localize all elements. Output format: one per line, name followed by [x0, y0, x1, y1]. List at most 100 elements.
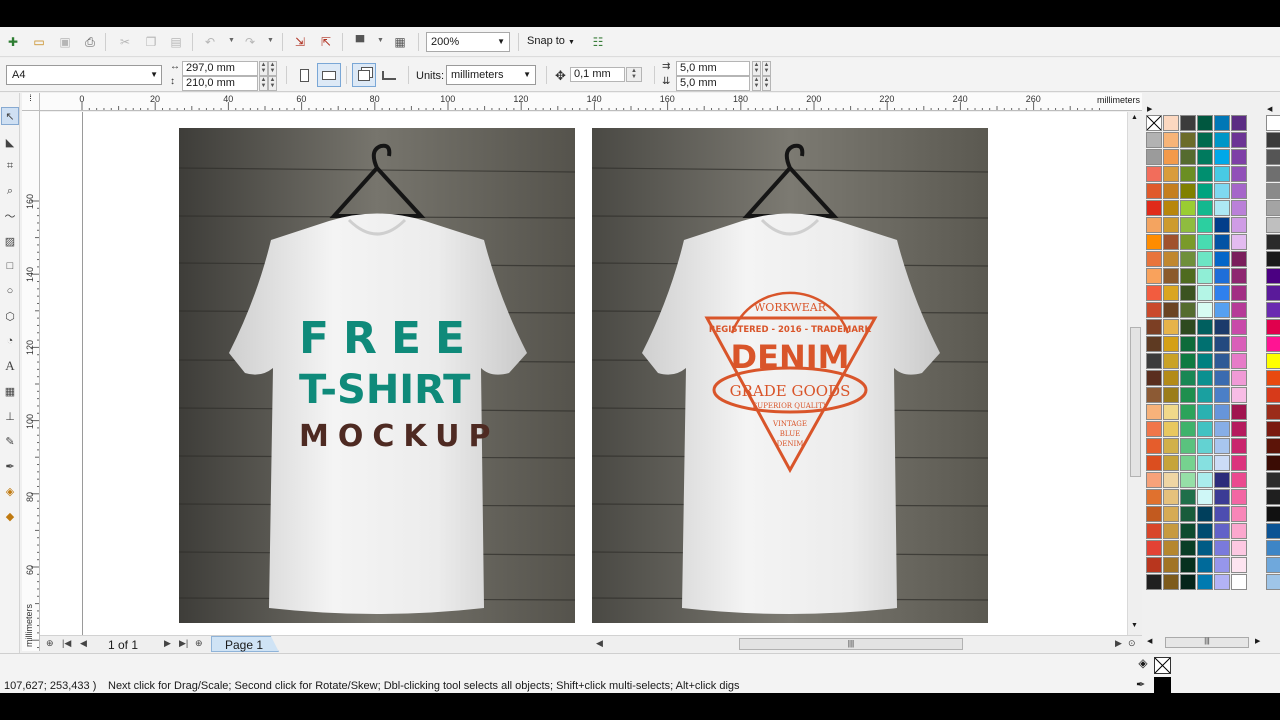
scroll-right-icon[interactable]: ▶	[1115, 638, 1122, 649]
color-swatch[interactable]	[1180, 574, 1196, 590]
color-swatch[interactable]	[1163, 166, 1179, 182]
color-swatch[interactable]	[1163, 115, 1179, 131]
scroll-left-icon[interactable]: ◀	[596, 638, 603, 649]
color-swatch[interactable]	[1197, 489, 1213, 505]
color-swatch[interactable]	[1266, 251, 1280, 267]
color-swatch[interactable]	[1180, 455, 1196, 471]
open-icon[interactable]: ▭	[30, 33, 48, 51]
color-swatch[interactable]	[1146, 183, 1162, 199]
all-pages-button[interactable]	[352, 63, 376, 87]
color-swatch[interactable]	[1197, 251, 1213, 267]
color-swatch[interactable]	[1266, 387, 1280, 403]
color-swatch[interactable]	[1214, 217, 1230, 233]
portrait-button[interactable]	[292, 63, 316, 87]
color-swatch[interactable]	[1146, 234, 1162, 250]
color-swatch[interactable]	[1180, 132, 1196, 148]
color-swatch[interactable]	[1197, 166, 1213, 182]
color-swatch[interactable]	[1231, 438, 1247, 454]
color-swatch[interactable]	[1214, 472, 1230, 488]
color-swatch[interactable]	[1197, 540, 1213, 556]
fill-tool-icon[interactable]: ◈	[1, 482, 19, 500]
nudge-spinner[interactable]: ▲ ▼	[626, 67, 642, 82]
ellipse-tool-icon[interactable]: ○	[1, 282, 19, 300]
color-swatch[interactable]	[1266, 200, 1280, 216]
dup-y-spinner[interactable]: ▲ ▼	[762, 76, 771, 91]
color-swatch[interactable]	[1231, 557, 1247, 573]
color-swatch[interactable]	[1197, 370, 1213, 386]
color-swatch[interactable]	[1146, 132, 1162, 148]
drawing-canvas[interactable]: FREE T-SHIRT MOCKUP WORKWEAR REGISTERED …	[40, 112, 1127, 635]
color-swatch[interactable]	[1180, 302, 1196, 318]
polygon-tool-icon[interactable]: ⬡	[1, 307, 19, 325]
color-swatch[interactable]	[1266, 302, 1280, 318]
color-swatch[interactable]	[1231, 506, 1247, 522]
color-swatch[interactable]	[1180, 217, 1196, 233]
color-swatch[interactable]	[1146, 268, 1162, 284]
color-swatch[interactable]	[1163, 421, 1179, 437]
color-swatch[interactable]	[1146, 455, 1162, 471]
rectangle-tool-icon[interactable]: □	[1, 257, 19, 275]
color-swatch[interactable]	[1266, 506, 1280, 522]
color-swatch[interactable]	[1266, 421, 1280, 437]
color-swatch[interactable]	[1146, 523, 1162, 539]
scroll-down-icon[interactable]: ▼	[1131, 622, 1138, 629]
landscape-button[interactable]	[317, 63, 341, 87]
color-swatch[interactable]	[1231, 268, 1247, 284]
color-swatch[interactable]	[1231, 523, 1247, 539]
color-swatch[interactable]	[1214, 455, 1230, 471]
color-swatch[interactable]	[1180, 370, 1196, 386]
color-swatch[interactable]	[1266, 268, 1280, 284]
color-swatch[interactable]	[1197, 557, 1213, 573]
color-swatch[interactable]	[1146, 557, 1162, 573]
nudge-distance-field[interactable]: 0,1 mm	[570, 67, 625, 82]
color-swatch[interactable]	[1180, 251, 1196, 267]
color-swatch[interactable]	[1180, 285, 1196, 301]
color-swatch[interactable]	[1146, 438, 1162, 454]
color-swatch[interactable]	[1163, 319, 1179, 335]
color-swatch[interactable]	[1146, 370, 1162, 386]
text-tool-icon[interactable]: A	[1, 357, 19, 375]
undo-icon[interactable]: ↶	[201, 33, 219, 51]
color-swatch[interactable]	[1163, 523, 1179, 539]
zoom-tool-icon[interactable]: ⌕	[1, 182, 19, 200]
first-page-icon[interactable]: |◀	[62, 638, 71, 649]
page-size-select[interactable]: A4 ▼	[6, 65, 162, 85]
new-document-icon[interactable]: ✚	[4, 33, 22, 51]
color-swatch[interactable]	[1214, 183, 1230, 199]
last-page-icon[interactable]: ▶|	[179, 638, 188, 649]
current-page-button[interactable]	[377, 63, 401, 87]
color-swatch[interactable]	[1146, 149, 1162, 165]
fill-color-swatch[interactable]	[1154, 657, 1171, 674]
freehand-tool-icon[interactable]: 〜	[1, 207, 19, 225]
color-swatch[interactable]	[1266, 438, 1280, 454]
color-swatch[interactable]	[1163, 251, 1179, 267]
color-swatch[interactable]	[1163, 200, 1179, 216]
next-page-icon[interactable]: ▶	[164, 638, 171, 649]
zoom-levels-select[interactable]: 200% ▼	[426, 32, 510, 52]
color-swatch[interactable]	[1163, 370, 1179, 386]
dup-y-spinner[interactable]: ▲ ▼	[752, 76, 761, 91]
color-swatch[interactable]	[1146, 489, 1162, 505]
vertical-scrollbar[interactable]: ▲ ▼	[1127, 112, 1142, 635]
color-swatch[interactable]	[1146, 217, 1162, 233]
redo-dropdown-icon[interactable]: ▼	[267, 37, 274, 44]
color-swatch[interactable]	[1214, 574, 1230, 590]
color-swatch[interactable]	[1180, 557, 1196, 573]
color-swatch[interactable]	[1197, 506, 1213, 522]
color-swatch[interactable]	[1180, 438, 1196, 454]
color-swatch[interactable]	[1180, 489, 1196, 505]
color-swatch[interactable]	[1180, 200, 1196, 216]
copy-icon[interactable]: ❐	[142, 33, 160, 51]
color-swatch[interactable]	[1146, 574, 1162, 590]
color-swatch[interactable]	[1163, 183, 1179, 199]
print-icon[interactable]: ⎙	[81, 33, 99, 51]
color-swatch[interactable]	[1163, 574, 1179, 590]
color-swatch[interactable]	[1197, 200, 1213, 216]
palette-scroll-up-icon[interactable]: ▶	[1147, 105, 1152, 113]
color-swatch[interactable]	[1163, 387, 1179, 403]
color-swatch[interactable]	[1266, 319, 1280, 335]
table-tool-icon[interactable]: ▦	[1, 382, 19, 400]
color-swatch[interactable]	[1163, 557, 1179, 573]
navigator-icon[interactable]: ⊙	[1128, 638, 1136, 649]
color-swatch[interactable]	[1197, 336, 1213, 352]
